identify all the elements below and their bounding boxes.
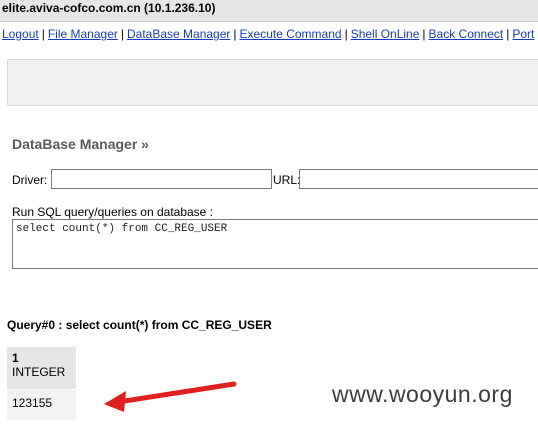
sql-label: Run SQL query/queries on database : [12, 205, 214, 219]
nav-separator: | [506, 27, 510, 41]
nav-separator: | [120, 27, 124, 41]
host-title-bar: elite.aviva-cofco.com.cn (10.1.236.10) [0, 0, 538, 22]
column-name: 1 [12, 351, 19, 365]
nav-separator: | [344, 27, 348, 41]
host-title: elite.aviva-cofco.com.cn (10.1.236.10) [2, 1, 216, 15]
nav-separator: | [422, 27, 426, 41]
red-arrow-icon [104, 381, 237, 412]
driver-input[interactable] [51, 169, 272, 189]
section-title: DataBase Manager » [12, 136, 149, 152]
column-header: 1 INTEGER [7, 347, 76, 390]
nav-execute-command[interactable]: Execute Command [240, 27, 342, 41]
table-cell: 123155 [7, 389, 76, 420]
empty-panel [7, 59, 538, 106]
nav-separator: | [233, 27, 237, 41]
nav-shell-online[interactable]: Shell OnLine [351, 27, 420, 41]
url-input[interactable] [299, 169, 538, 189]
table-row: 123155 [7, 389, 76, 420]
nav-file-manager[interactable]: File Manager [48, 27, 118, 41]
nav-back-connect[interactable]: Back Connect [429, 27, 504, 41]
result-table: 1 INTEGER 123155 [7, 347, 76, 420]
sql-query-textarea[interactable]: select count(*) from CC_REG_USER [12, 219, 538, 269]
nav-database-manager[interactable]: DataBase Manager [127, 27, 230, 41]
nav-port[interactable]: Port [512, 27, 534, 41]
watermark: www.wooyun.org [332, 381, 513, 407]
nav-bar: Logout | File Manager | DataBase Manager | Exe… [2, 27, 538, 45]
nav-logout[interactable]: Logout [2, 27, 39, 41]
column-type: INTEGER [12, 365, 66, 379]
driver-label: Driver: [12, 173, 48, 187]
table-header-row: 1 INTEGER [7, 347, 76, 390]
nav-separator: | [41, 27, 45, 41]
url-label: URL: [273, 173, 301, 187]
query-result-title: Query#0 : select count(*) from CC_REG_US… [7, 318, 272, 332]
